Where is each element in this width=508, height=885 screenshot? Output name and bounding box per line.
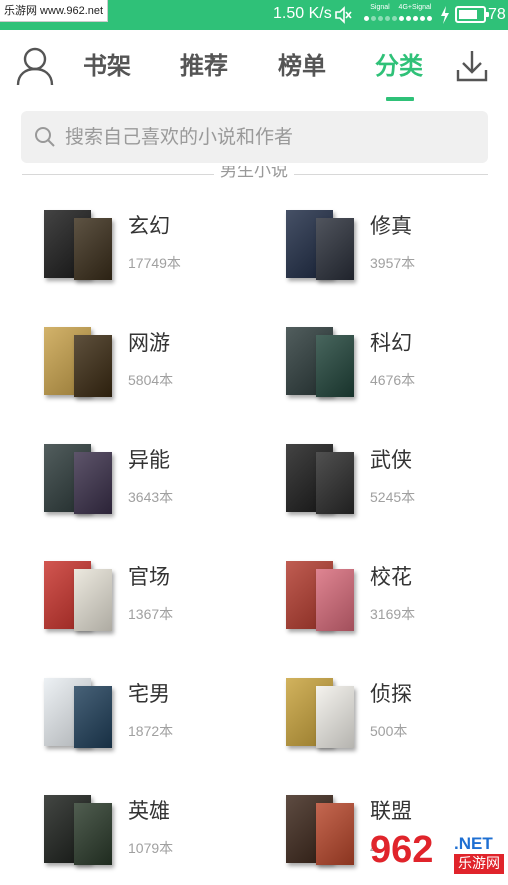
category-covers xyxy=(286,561,368,637)
book-cover-image xyxy=(74,452,112,514)
category-count: 3643本 xyxy=(128,489,174,505)
category-item[interactable]: 英雄 1079本 xyxy=(44,795,274,875)
category-name: 校花 xyxy=(370,565,412,589)
category-count: 1872本 xyxy=(128,723,174,739)
network-speed: 1.50 K/s xyxy=(273,5,332,22)
category-name: 异能 xyxy=(128,448,170,472)
category-name: 宅男 xyxy=(128,682,170,706)
watermark-bottom: 962 .NET 乐游网 xyxy=(366,828,508,885)
category-count: 1079本 xyxy=(128,840,174,856)
category-covers xyxy=(44,327,126,403)
category-name: 官场 xyxy=(128,565,170,589)
category-count: 500本 xyxy=(370,723,408,739)
category-covers xyxy=(286,327,368,403)
category-count: 17749本 xyxy=(128,255,181,271)
battery-level: 78 xyxy=(488,6,506,23)
category-item[interactable]: 玄幻 17749本 xyxy=(44,210,274,290)
category-count: 1367本 xyxy=(128,606,174,622)
watermark-top: 乐游网 www.962.net xyxy=(0,0,109,22)
category-name: 修真 xyxy=(370,214,412,238)
category-covers xyxy=(44,444,126,520)
status-bar: 乐游网 www.962.net 1.50 K/s Signal 4G+Signa… xyxy=(0,0,508,30)
book-cover-image xyxy=(74,335,112,397)
signal-2-label: 4G+Signal xyxy=(398,4,432,11)
charging-icon xyxy=(441,6,449,24)
category-covers xyxy=(286,210,368,286)
category-count: 3169本 xyxy=(370,606,416,622)
category-covers xyxy=(286,444,368,520)
book-cover-image xyxy=(74,569,112,631)
category-name: 玄幻 xyxy=(128,214,170,238)
watermark-domain: .NET xyxy=(454,834,493,853)
download-icon[interactable] xyxy=(455,48,489,84)
user-avatar-icon[interactable] xyxy=(16,46,54,86)
signal-2-dots xyxy=(393,16,437,21)
category-item[interactable]: 校花 3169本 xyxy=(286,561,508,641)
mute-icon xyxy=(335,6,352,24)
category-item[interactable]: 修真 3957本 xyxy=(286,210,508,290)
book-cover-image xyxy=(74,686,112,748)
category-item[interactable]: 异能 3643本 xyxy=(44,444,274,524)
category-name: 科幻 xyxy=(370,331,412,355)
category-name: 侦探 xyxy=(370,682,412,706)
book-cover-image xyxy=(316,452,354,514)
tab-categories[interactable]: 分类 xyxy=(375,49,423,83)
category-item[interactable]: 科幻 4676本 xyxy=(286,327,508,407)
book-cover-image xyxy=(316,686,354,748)
search-bar[interactable] xyxy=(21,111,488,163)
category-count: 5804本 xyxy=(128,372,174,388)
battery-fill xyxy=(459,10,477,19)
category-covers xyxy=(44,795,126,871)
category-name: 联盟 xyxy=(370,799,412,823)
category-item[interactable]: 官场 1367本 xyxy=(44,561,274,641)
search-icon xyxy=(35,127,55,147)
category-covers xyxy=(286,795,368,871)
category-name: 武侠 xyxy=(370,448,412,472)
book-cover-image xyxy=(74,218,112,280)
category-item[interactable]: 侦探 500本 xyxy=(286,678,508,758)
category-item[interactable]: 宅男 1872本 xyxy=(44,678,274,758)
active-tab-indicator xyxy=(386,97,414,101)
watermark-name: 乐游网 xyxy=(454,854,504,874)
book-cover-image xyxy=(74,803,112,865)
category-count: 4676本 xyxy=(370,372,416,388)
tab-rankings[interactable]: 榜单 xyxy=(278,49,326,83)
watermark-logo: 962 xyxy=(370,829,434,871)
category-item[interactable]: 网游 5804本 xyxy=(44,327,274,407)
signal-2: 4G+Signal xyxy=(393,3,437,27)
category-covers xyxy=(286,678,368,754)
battery-icon xyxy=(455,6,489,23)
tab-bookshelf[interactable]: 书架 xyxy=(83,49,131,83)
book-cover-image xyxy=(316,803,354,865)
book-cover-image xyxy=(316,335,354,397)
category-covers xyxy=(44,678,126,754)
section-title: 男生小说 xyxy=(0,166,508,181)
category-covers xyxy=(44,561,126,637)
category-name: 网游 xyxy=(128,331,170,355)
tab-recommend[interactable]: 推荐 xyxy=(180,49,228,83)
category-covers xyxy=(44,210,126,286)
search-input[interactable] xyxy=(65,120,475,154)
category-item[interactable]: 武侠 5245本 xyxy=(286,444,508,524)
category-name: 英雄 xyxy=(128,799,170,823)
category-count: 5245本 xyxy=(370,489,416,505)
book-cover-image xyxy=(316,569,354,631)
header: 书架 推荐 榜单 分类 xyxy=(0,30,508,102)
category-count: 3957本 xyxy=(370,255,416,271)
section-heading: 男生小说 xyxy=(0,166,508,186)
book-cover-image xyxy=(316,218,354,280)
